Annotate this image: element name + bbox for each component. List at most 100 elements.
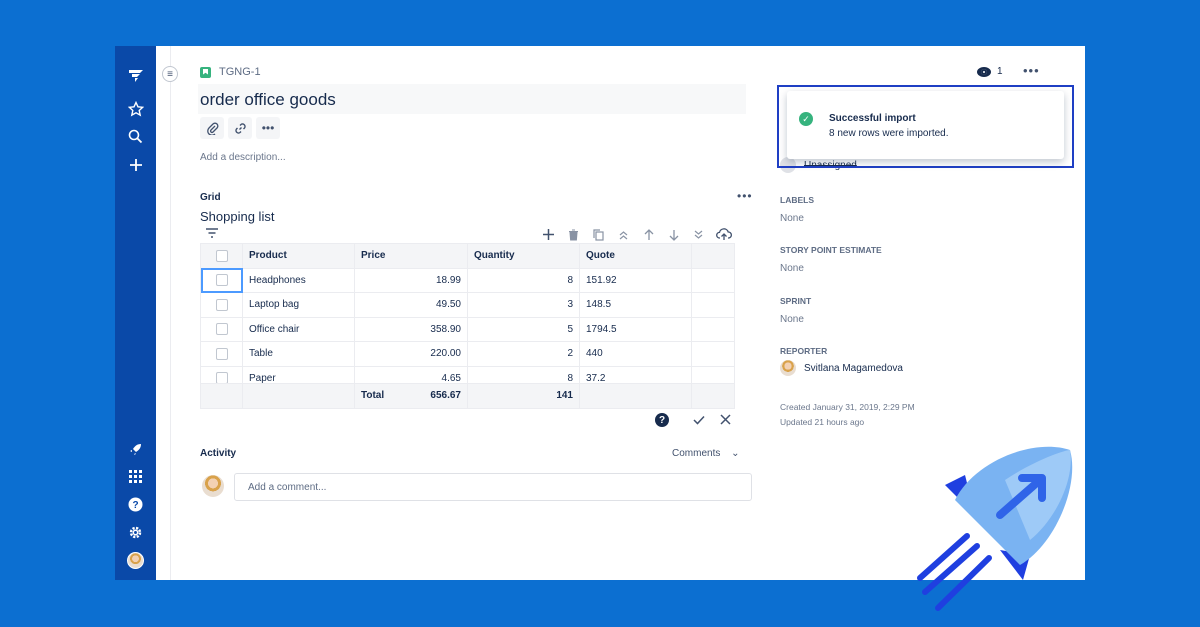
apps-grid-icon[interactable] xyxy=(123,464,148,489)
row-checkbox[interactable] xyxy=(200,292,243,318)
column-header[interactable]: Quote xyxy=(579,243,692,269)
grid-more-button[interactable]: ••• xyxy=(737,189,753,203)
svg-text:?: ? xyxy=(132,500,138,511)
row-checkbox[interactable] xyxy=(200,316,243,342)
table-row: Office chair 358.90 5 1794.5 xyxy=(200,316,735,342)
cell-product[interactable]: Headphones xyxy=(242,267,355,293)
toast-message: 8 new rows were imported. xyxy=(829,128,949,139)
more-actions-button[interactable]: ••• xyxy=(256,117,280,139)
gear-icon[interactable] xyxy=(123,520,148,545)
nav-divider xyxy=(156,46,171,580)
help-icon[interactable]: ? xyxy=(655,413,669,427)
success-check-icon: ✓ xyxy=(799,112,813,126)
reporter-label: REPORTER xyxy=(780,346,828,356)
reporter-avatar xyxy=(780,360,796,376)
jira-logo-icon[interactable] xyxy=(123,63,148,88)
issue-actions: ••• xyxy=(200,117,280,139)
filter-icon[interactable] xyxy=(205,227,219,239)
move-up-icon[interactable] xyxy=(636,226,661,243)
cell-product[interactable]: Office chair xyxy=(242,316,355,342)
sprint-label: SPRINT xyxy=(780,296,812,306)
cell-price[interactable]: 358.90 xyxy=(354,316,468,342)
search-icon[interactable] xyxy=(123,124,148,149)
add-row-icon[interactable] xyxy=(536,226,561,243)
row-checkbox[interactable] xyxy=(200,341,243,367)
reporter-field[interactable]: Svitlana Magamedova xyxy=(780,360,903,376)
created-date: Created January 31, 2019, 2:29 PM xyxy=(780,402,915,412)
comment-avatar xyxy=(202,475,224,497)
comment-input[interactable]: Add a comment... xyxy=(234,473,752,501)
breadcrumb[interactable]: TGNG-1 xyxy=(200,66,261,78)
column-header[interactable]: Price xyxy=(354,243,468,269)
cell-product[interactable]: Table xyxy=(242,341,355,367)
row-checkbox[interactable] xyxy=(200,267,243,293)
issue-main: TGNG-1 order office goods ••• Add a desc… xyxy=(198,46,753,580)
star-icon[interactable] xyxy=(123,96,148,121)
chevron-down-icon: ⌄ xyxy=(731,448,740,459)
grid-footer: ? xyxy=(655,412,733,428)
rocket-nav-icon[interactable] xyxy=(123,436,148,461)
reporter-name: Svitlana Magamedova xyxy=(804,362,903,374)
cell-quantity[interactable]: 5 xyxy=(467,316,580,342)
total-row: Total 656.67 141 xyxy=(200,383,735,409)
cell-price[interactable]: 49.50 xyxy=(354,292,468,318)
activity-label: Activity xyxy=(200,448,237,459)
grid-label: Grid xyxy=(200,192,221,203)
grid-toolbar xyxy=(536,226,736,243)
check-icon[interactable] xyxy=(691,412,707,428)
avatar[interactable] xyxy=(123,548,148,573)
issue-title[interactable]: order office goods xyxy=(200,90,336,110)
total-price: 656.67 xyxy=(430,390,461,402)
watch-count: 1 xyxy=(997,66,1003,77)
column-header[interactable]: Product xyxy=(242,243,355,269)
select-all-checkbox[interactable] xyxy=(200,243,243,269)
cell-price[interactable]: 18.99 xyxy=(354,267,468,293)
global-nav: ? xyxy=(115,46,156,580)
eye-icon xyxy=(977,66,991,77)
story-points-value[interactable]: None xyxy=(780,263,804,274)
plus-icon[interactable] xyxy=(123,152,148,177)
close-icon[interactable] xyxy=(717,412,733,428)
delete-icon[interactable] xyxy=(561,226,586,243)
total-cell: Total 656.67 xyxy=(354,383,468,409)
cell-quote[interactable]: 151.92 xyxy=(579,267,692,293)
success-toast[interactable]: ✓ Successful import 8 new rows were impo… xyxy=(787,91,1064,159)
watch-button[interactable]: 1 xyxy=(977,66,1003,77)
attach-button[interactable] xyxy=(200,117,224,139)
labels-value[interactable]: None xyxy=(780,213,804,224)
cell-quantity[interactable]: 3 xyxy=(467,292,580,318)
total-quantity: 141 xyxy=(467,383,580,409)
cell-quote[interactable]: 148.5 xyxy=(579,292,692,318)
column-header[interactable]: Quantity xyxy=(467,243,580,269)
comments-dropdown[interactable]: Comments ⌄ xyxy=(672,448,740,459)
collapse-sidebar-icon[interactable]: ≡ xyxy=(162,66,178,82)
cell-quote[interactable]: 1794.5 xyxy=(579,316,692,342)
table-row: Headphones 18.99 8 151.92 xyxy=(200,267,735,293)
cell-empty xyxy=(691,267,735,293)
link-button[interactable] xyxy=(228,117,252,139)
issue-key[interactable]: TGNG-1 xyxy=(219,66,261,78)
help-icon[interactable]: ? xyxy=(123,492,148,517)
issue-more-button[interactable]: ••• xyxy=(1023,63,1040,78)
table-row: Laptop bag 49.50 3 148.5 xyxy=(200,292,735,318)
column-header-empty xyxy=(691,243,735,269)
cloud-upload-icon[interactable] xyxy=(711,226,736,243)
labels-label: LABELS xyxy=(780,195,814,205)
cell-quantity[interactable]: 8 xyxy=(467,267,580,293)
rocket-illustration xyxy=(917,446,1073,611)
cell-quantity[interactable]: 2 xyxy=(467,341,580,367)
copy-icon[interactable] xyxy=(586,226,611,243)
sprint-value[interactable]: None xyxy=(780,314,804,325)
cell-price[interactable]: 220.00 xyxy=(354,341,468,367)
cell-product[interactable]: Laptop bag xyxy=(242,292,355,318)
cell-quote[interactable]: 440 xyxy=(579,341,692,367)
updated-date: Updated 21 hours ago xyxy=(780,417,865,427)
description-placeholder[interactable]: Add a description... xyxy=(200,152,286,163)
grid-table: Product Price Quantity Quote Headphones … xyxy=(200,243,735,391)
story-icon xyxy=(200,66,211,78)
move-down-icon[interactable] xyxy=(661,226,686,243)
move-top-icon[interactable] xyxy=(611,226,636,243)
total-label: Total xyxy=(361,390,385,402)
story-points-label: STORY POINT ESTIMATE xyxy=(780,245,882,255)
move-bottom-icon[interactable] xyxy=(686,226,711,243)
